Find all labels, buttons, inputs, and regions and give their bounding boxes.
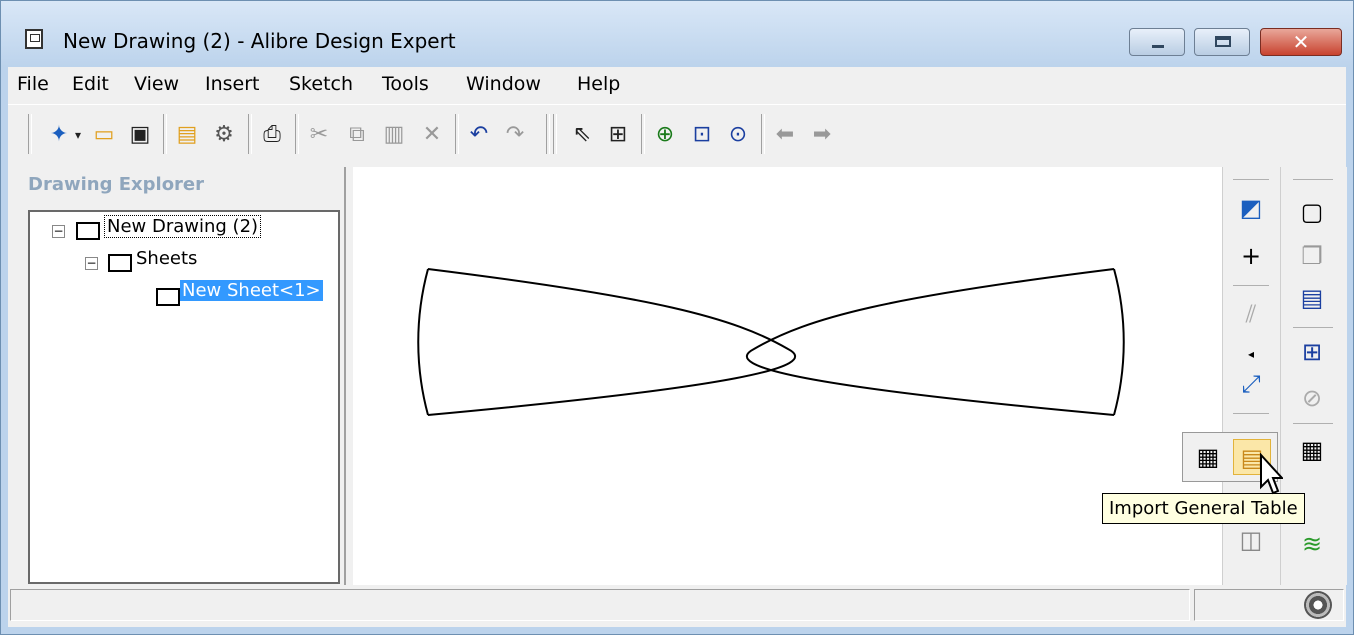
sketch-right-arc <box>1113 268 1125 416</box>
sketch-left-arc <box>417 268 429 416</box>
arrow-left-small-icon[interactable]: ◂ <box>1234 337 1268 371</box>
mouse-cursor-icon <box>1260 453 1283 495</box>
collapse-root-icon[interactable]: − <box>52 225 65 238</box>
menu-view[interactable]: View <box>134 73 179 95</box>
standard-views-icon[interactable]: ⊞ <box>1295 335 1329 369</box>
explorer-tree: − New Drawing (2) − Sheets New Sheet<1> <box>28 210 340 584</box>
menu-bar: File Edit View Insert Sketch Tools Windo… <box>8 67 1346 104</box>
maximize-icon <box>1215 36 1231 47</box>
drawing-canvas[interactable] <box>353 167 1222 585</box>
dropdown-arrow-icon[interactable]: ▾ <box>70 121 86 149</box>
toolbar-separator <box>1293 179 1333 180</box>
menu-insert[interactable]: Insert <box>205 73 260 95</box>
toolbar-separator <box>1293 327 1333 328</box>
tree-node-new-drawing[interactable]: New Drawing (2) <box>104 215 262 238</box>
toolbar-separator <box>1233 179 1269 180</box>
minimize-button[interactable] <box>1129 28 1185 56</box>
select-arrow-icon[interactable]: ⇖ <box>568 121 596 149</box>
general-table-button[interactable]: ▦ <box>1189 439 1227 475</box>
toolbar-separator <box>248 114 252 154</box>
toolbar-separator <box>641 114 645 154</box>
paste-icon[interactable]: ▥ <box>380 121 408 149</box>
close-button[interactable]: ✕ <box>1260 28 1342 56</box>
menu-file[interactable]: File <box>17 73 49 95</box>
zoom-in-icon[interactable]: ⊕ <box>651 121 679 149</box>
status-bar <box>8 585 1346 627</box>
zoom-icon[interactable]: ⊙ <box>724 121 752 149</box>
toolbar-separator <box>1293 423 1333 424</box>
general-table-icon: ▦ <box>1196 443 1220 471</box>
toolbar-separator <box>295 114 299 154</box>
toolbar-separator <box>1233 413 1269 414</box>
menu-edit[interactable]: Edit <box>72 73 109 95</box>
parallel-lines-icon[interactable]: ⫽ <box>1234 297 1268 331</box>
drawing-explorer-panel: Drawing Explorer − New Drawing (2) − She… <box>8 167 344 585</box>
undo-icon[interactable]: ↶ <box>465 121 493 149</box>
detail-view-icon[interactable]: ⊘ <box>1295 381 1329 415</box>
panel-splitter[interactable] <box>344 167 353 585</box>
menu-tools[interactable]: Tools <box>382 73 429 95</box>
new-sheet-icon[interactable]: ▢ <box>1295 195 1329 229</box>
app-drawing-icon[interactable] <box>25 29 43 49</box>
sheet-node-icon <box>156 288 180 306</box>
redo-icon[interactable]: ↷ <box>501 121 529 149</box>
mirror-icon[interactable]: ◫ <box>1234 523 1268 557</box>
toolbar-separator <box>28 114 32 154</box>
menu-sketch[interactable]: Sketch <box>289 73 353 95</box>
tree-node-sheets[interactable]: Sheets <box>136 248 197 269</box>
sheet-format-icon[interactable]: ▤ <box>1295 281 1329 315</box>
sheet-stack-icon[interactable]: ❐ <box>1295 239 1329 273</box>
back-arrow-icon[interactable]: ⬅ <box>771 121 799 149</box>
sheets-node-icon <box>108 254 132 272</box>
drawing-node-icon <box>76 222 100 240</box>
sketch-right-curves <box>745 268 1115 416</box>
toolbar-separator <box>455 114 459 154</box>
toolbar-separator <box>163 114 167 154</box>
forward-arrow-icon[interactable]: ➡ <box>808 121 836 149</box>
toolbar-separator <box>761 114 765 154</box>
toolbar-separator <box>1233 285 1269 286</box>
toolbar-separator <box>553 114 557 154</box>
toolbar-separator <box>546 114 550 154</box>
maximize-button[interactable] <box>1194 28 1250 56</box>
application-window: New Drawing (2) - Alibre Design Expert ✕… <box>0 0 1354 635</box>
main-toolbar: ✦ ▾ ▭ ▣ ▤ ⚙ ⎙ ✂ ⧉ ▥ ✕ ↶ ↷ ⇖ ⊞ ⊕ ⊡ ⊙ ⬅ ➡ <box>8 104 1346 167</box>
zoom-fit-icon[interactable]: ⊞ <box>604 121 632 149</box>
cut-icon[interactable]: ✂ <box>305 121 333 149</box>
layers-icon[interactable]: ≋ <box>1295 527 1329 561</box>
sketch-edit-icon[interactable]: ◩ <box>1234 191 1268 225</box>
menu-window[interactable]: Window <box>466 73 541 95</box>
status-message-pane <box>10 589 1190 621</box>
title-bar[interactable]: New Drawing (2) - Alibre Design Expert ✕ <box>1 1 1353 67</box>
collapse-sheets-icon[interactable]: − <box>85 257 98 270</box>
drawing-sketch <box>417 268 1125 416</box>
point-plus-icon[interactable]: + <box>1234 239 1268 273</box>
print-icon[interactable]: ⎙ <box>258 121 286 149</box>
open-folder-icon[interactable]: ▭ <box>90 121 118 149</box>
open-workspace-icon[interactable]: ▤ <box>173 121 201 149</box>
settings-gear-icon[interactable]: ⚙ <box>210 121 238 149</box>
status-globe-icon[interactable] <box>1304 591 1332 619</box>
tree-node-new-sheet[interactable]: New Sheet<1> <box>180 280 323 301</box>
dimension-icon[interactable]: ⤢ <box>1234 367 1268 401</box>
window-title: New Drawing (2) - Alibre Design Expert <box>63 29 456 53</box>
drawing-explorer-title: Drawing Explorer <box>28 174 205 195</box>
new-icon[interactable]: ✦ <box>45 121 73 149</box>
close-icon: ✕ <box>1292 30 1310 54</box>
delete-icon[interactable]: ✕ <box>418 121 446 149</box>
zoom-window-icon[interactable]: ⊡ <box>688 121 716 149</box>
menu-help[interactable]: Help <box>577 73 620 95</box>
minimize-icon <box>1152 45 1164 48</box>
sketch-left-curves <box>427 268 797 416</box>
save-icon[interactable]: ▣ <box>126 121 154 149</box>
copy-icon[interactable]: ⧉ <box>343 121 371 149</box>
table-icon[interactable]: ▦ <box>1295 433 1329 467</box>
